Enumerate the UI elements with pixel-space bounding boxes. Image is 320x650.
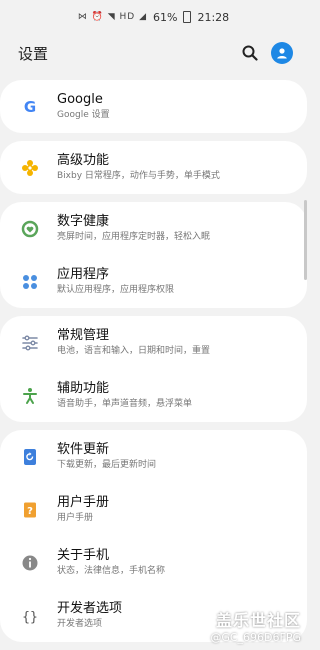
battery-level: 61%: [153, 10, 178, 24]
watermark: 盖乐世社区 @GC_696D6FPG: [210, 607, 301, 644]
settings-item-subtitle: 开发者选项: [57, 619, 103, 629]
svg-text:?: ?: [27, 506, 33, 517]
settings-card: G Google Google 设置: [0, 80, 307, 133]
settings-item-title: 高级功能: [57, 153, 110, 168]
battery-icon: [183, 11, 192, 23]
page-title: 设置: [18, 44, 49, 63]
settings-item-subtitle: 用户手册: [57, 513, 94, 523]
settings-item-subtitle: 亮屏时间，应用程序定时器，轻松入眠: [57, 232, 211, 242]
status-bar: ⋈ ⏰ ◥ HD ◢ 61% 21:28: [0, 0, 307, 34]
settings-item-digital-wellbeing[interactable]: 数字健康亮屏时间，应用程序定时器，轻松入眠: [0, 202, 307, 255]
settings-item-title: 软件更新: [57, 442, 110, 457]
settings-item-subtitle: Bixby 日常程序，动作与手势，单手模式: [57, 171, 220, 181]
settings-item-subtitle: 电池，语言和输入，日期和时间，重置: [57, 346, 211, 356]
settings-item-subtitle: Google 设置: [57, 110, 110, 120]
svg-text:{}: {}: [22, 610, 38, 625]
advanced-features-icon: [20, 158, 40, 178]
apps-icon: [20, 272, 40, 292]
settings-item-software-update[interactable]: 软件更新下载更新，最后更新时间: [0, 430, 307, 483]
settings-item-about-phone[interactable]: 关于手机状态，法律信息，手机名称: [0, 536, 307, 589]
search-icon[interactable]: [239, 42, 261, 64]
general-management-icon: [20, 333, 40, 353]
settings-item-user-manual[interactable]: ? 用户手册 用户手册: [0, 483, 307, 536]
settings-item-subtitle: 下载更新，最后更新时间: [57, 460, 157, 470]
settings-card: 数字健康亮屏时间，应用程序定时器，轻松入眠应用程序默认应用程序，应用程序权限: [0, 202, 307, 308]
watermark-handle: @GC_696D6FPG: [210, 631, 301, 644]
settings-item-title: 用户手册: [57, 495, 110, 510]
about-phone-icon: [20, 553, 40, 573]
settings-item-subtitle: 默认应用程序，应用程序权限: [57, 285, 175, 295]
app-bar: 设置: [0, 34, 307, 72]
settings-item-title: 应用程序: [57, 267, 110, 282]
software-update-icon: [20, 447, 40, 467]
settings-item-general-management[interactable]: 常规管理电池，语言和输入，日期和时间，重置: [0, 316, 307, 369]
svg-text:G: G: [24, 98, 36, 116]
settings-card: 高级功能 Bixby 日常程序，动作与手势，单手模式: [0, 141, 307, 194]
account-icon[interactable]: [271, 42, 293, 64]
settings-item-subtitle: 状态，法律信息，手机名称: [57, 566, 166, 576]
settings-item-google[interactable]: G Google Google 设置: [0, 80, 307, 133]
settings-item-subtitle: 语音助手，单声道音频，悬浮菜单: [57, 399, 193, 409]
settings-item-title: 常规管理: [57, 328, 110, 343]
settings-card: 常规管理电池，语言和输入，日期和时间，重置辅助功能语音助手，单声道音频，悬浮菜单: [0, 316, 307, 422]
settings-list: G Google Google 设置高级功能 Bixby 日常程序，动作与手势，单手模…: [0, 80, 307, 642]
settings-item-title: 数字健康: [57, 214, 110, 229]
scrollbar[interactable]: [304, 200, 307, 280]
user-manual-icon: ?: [20, 500, 40, 520]
settings-item-accessibility[interactable]: 辅助功能语音助手，单声道音频，悬浮菜单: [0, 369, 307, 422]
settings-item-advanced-features[interactable]: 高级功能 Bixby 日常程序，动作与手势，单手模式: [0, 141, 307, 194]
settings-item-title: 关于手机: [57, 548, 110, 563]
settings-item-title: Google: [57, 92, 103, 107]
digital-wellbeing-icon: [20, 219, 40, 239]
google-icon: G: [20, 97, 40, 117]
watermark-title: 盖乐世社区: [215, 611, 301, 630]
accessibility-icon: [20, 386, 40, 406]
developer-options-icon: {}: [20, 606, 40, 626]
settings-item-title: 开发者选项: [57, 601, 123, 616]
settings-item-apps[interactable]: 应用程序默认应用程序，应用程序权限: [0, 255, 307, 308]
clock: 21:28: [197, 10, 230, 24]
status-icons: ⋈ ⏰ ◥ HD ◢: [77, 12, 148, 22]
settings-item-title: 辅助功能: [57, 381, 110, 396]
